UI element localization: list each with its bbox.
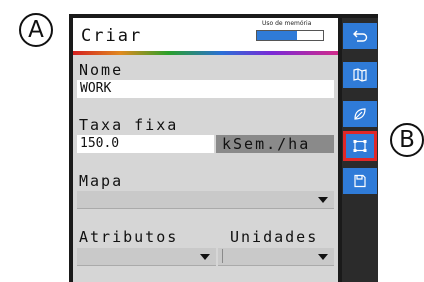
name-input[interactable]: WORK — [77, 80, 334, 98]
memory-usage-fill — [257, 31, 297, 40]
memory-usage-bar — [256, 30, 324, 41]
attributes-dropdown[interactable] — [77, 248, 216, 266]
chevron-down-icon — [318, 197, 328, 203]
name-label: Nome — [79, 61, 124, 79]
back-button[interactable] — [343, 23, 377, 49]
back-arrow-icon — [353, 30, 368, 42]
map-label: Mapa — [79, 172, 124, 190]
color-strip — [73, 51, 338, 55]
rate-input[interactable]: 150.0 — [77, 135, 214, 153]
device-screen: Criar Uso de memória Nome WORK Taxa fixa… — [69, 14, 378, 282]
boundary-button[interactable] — [343, 131, 377, 161]
header: Criar Uso de memória — [73, 18, 338, 51]
map-icon — [353, 68, 367, 82]
rate-label: Taxa fixa — [79, 116, 179, 134]
save-icon — [354, 174, 366, 188]
callout-a: A — [19, 13, 53, 47]
dropdown-divider — [222, 249, 223, 263]
attributes-label: Atributos — [79, 228, 179, 246]
boundary-icon — [353, 140, 367, 152]
sidebar — [342, 18, 378, 282]
memory-usage-label: Uso de memória — [262, 20, 312, 27]
save-button[interactable] — [343, 168, 377, 194]
map-button[interactable] — [343, 62, 377, 88]
create-form-panel: Criar Uso de memória Nome WORK Taxa fixa… — [73, 18, 338, 282]
page-title: Criar — [81, 26, 143, 46]
units-label: Unidades — [230, 228, 319, 246]
leaf-button[interactable] — [343, 101, 377, 127]
chevron-down-icon — [200, 254, 210, 260]
callout-b: B — [390, 123, 424, 157]
units-dropdown[interactable] — [218, 248, 334, 266]
chevron-down-icon — [318, 254, 328, 260]
leaf-icon — [354, 108, 366, 120]
map-dropdown[interactable] — [77, 191, 334, 209]
rate-unit: kSem./ha — [216, 135, 334, 153]
